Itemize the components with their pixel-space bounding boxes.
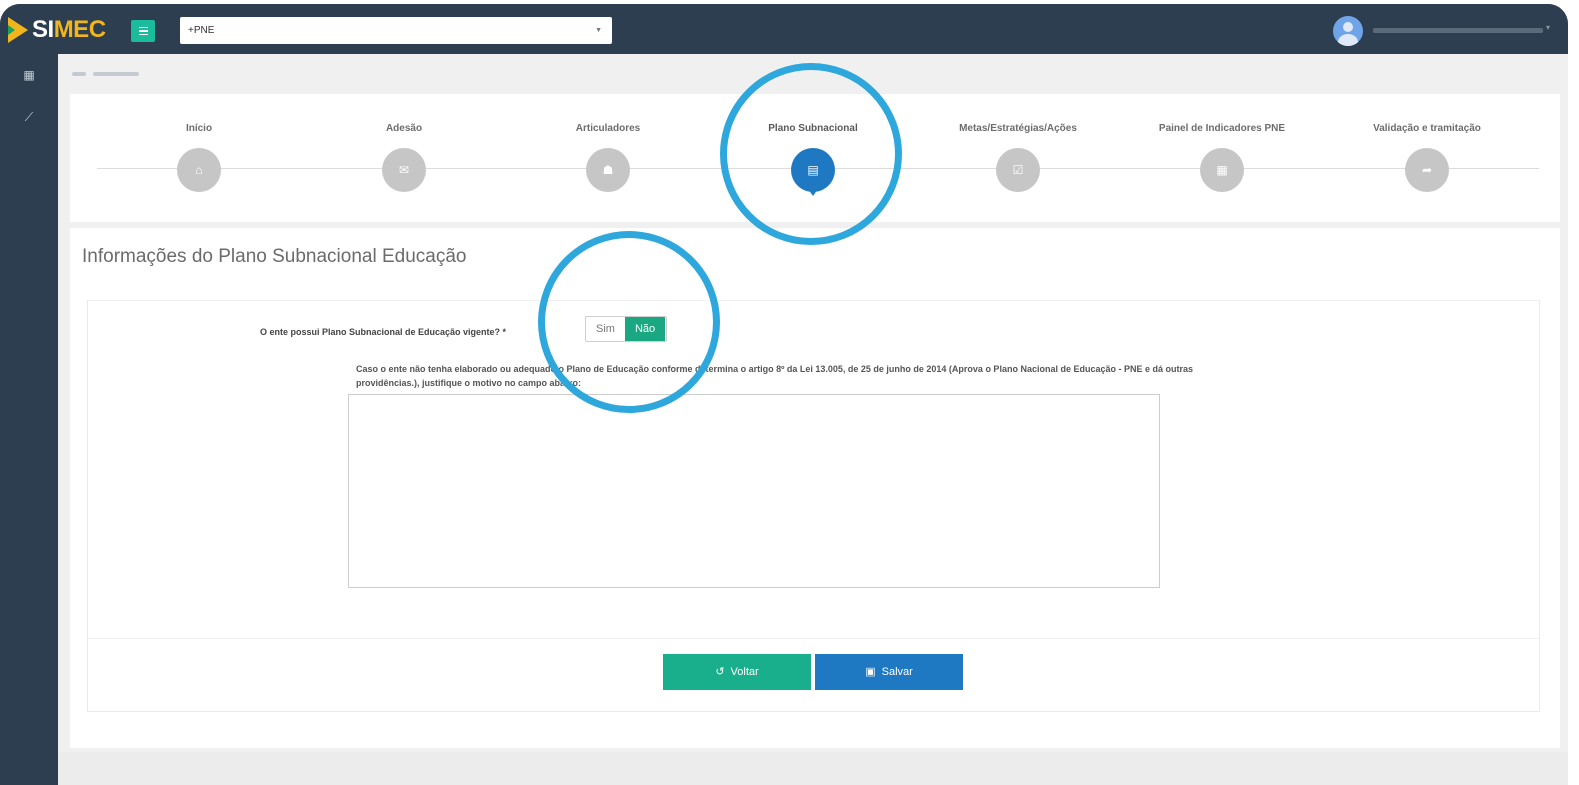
divider (88, 300, 1539, 301)
plan-info-panel: Informações do Plano Subnacional Educaçã… (70, 228, 1560, 748)
breadcrumb (72, 68, 139, 78)
menu-icon-bar (138, 30, 148, 32)
top-navbar: SIMEC +PNE ▼ ▾ (0, 4, 1568, 54)
page-title: Informações do Plano Subnacional Educaçã… (82, 246, 467, 267)
highlight-circle-toggle (538, 231, 720, 413)
dashboard-grid-icon[interactable]: ▦ (22, 68, 36, 82)
footer-strip (58, 752, 1568, 785)
breadcrumb-item-redacted[interactable] (72, 71, 86, 76)
wizard-step-metas[interactable]: Metas/Estratégias/Ações ☑ (918, 94, 1118, 222)
wizard-step-adesao[interactable]: Adesão ✉ (304, 94, 504, 222)
sidebar: ▦ ⟋ (0, 54, 58, 785)
back-button[interactable]: ↺ Voltar (663, 654, 811, 690)
handshake-icon: ✉ (382, 148, 426, 192)
justification-hint: Caso o ente não tenha elaborado ou adequ… (356, 364, 1193, 388)
back-button-label: Voltar (730, 666, 759, 678)
system-select-value: +PNE (188, 25, 215, 36)
user-menu-chevron-icon[interactable]: ▾ (1546, 23, 1550, 32)
hamburger-menu-button[interactable] (131, 20, 155, 42)
justification-textarea[interactable] (348, 394, 1160, 588)
wizard-step-articuladores[interactable]: Articuladores ☗ (508, 94, 708, 222)
wizard-step-painel-indicadores[interactable]: Painel de Indicadores PNE ▦ (1122, 94, 1322, 222)
system-select[interactable]: +PNE ▼ (180, 17, 612, 44)
home-icon: ⌂ (177, 148, 221, 192)
users-icon: ☗ (586, 148, 630, 192)
step-label: Início (185, 123, 213, 134)
save-button-label: Salvar (881, 666, 913, 678)
wizard-step-validacao[interactable]: Validação e tramitação ➦ (1327, 94, 1527, 222)
share-icon: ➦ (1405, 148, 1449, 192)
menu-icon-bar (138, 26, 148, 29)
wizard-step-inicio[interactable]: Início ⌂ (99, 94, 299, 222)
avatar-head (1343, 22, 1353, 32)
user-name-redacted[interactable] (1373, 28, 1543, 33)
menu-icon-bar (138, 33, 148, 36)
highlight-circle-wizard-step (720, 63, 902, 245)
form-box: O ente possui Plano Subnacional de Educa… (87, 300, 1540, 712)
user-avatar[interactable] (1333, 16, 1363, 46)
step-label: Adesão (385, 123, 423, 134)
app-window: SIMEC +PNE ▼ ▾ ▦ ⟋ Início ⌂ Adesão ✉ Art… (0, 4, 1568, 785)
logo-arrow-icon (8, 17, 28, 43)
save-button[interactable]: ▣ Salvar (815, 654, 963, 690)
line-chart-icon[interactable]: ⟋ (22, 110, 36, 124)
breadcrumb-item-redacted[interactable] (92, 71, 139, 76)
divider (88, 638, 1539, 639)
chevron-down-icon: ▼ (595, 27, 602, 34)
step-label: Painel de Indicadores PNE (1158, 123, 1286, 134)
floppy-disk-icon: ▣ (865, 666, 876, 678)
step-label: Validação e tramitação (1373, 123, 1481, 134)
checklist-icon: ☑ (996, 148, 1040, 192)
simec-logo[interactable]: SIMEC (8, 16, 106, 44)
question-label: O ente possui Plano Subnacional de Educa… (260, 327, 507, 337)
undo-icon: ↺ (715, 666, 725, 678)
logo-text: SIMEC (32, 16, 106, 43)
avatar-body (1338, 34, 1358, 46)
chart-icon: ▦ (1200, 148, 1244, 192)
step-label: Metas/Estratégias/Ações (959, 123, 1077, 134)
step-label: Articuladores (575, 123, 641, 134)
